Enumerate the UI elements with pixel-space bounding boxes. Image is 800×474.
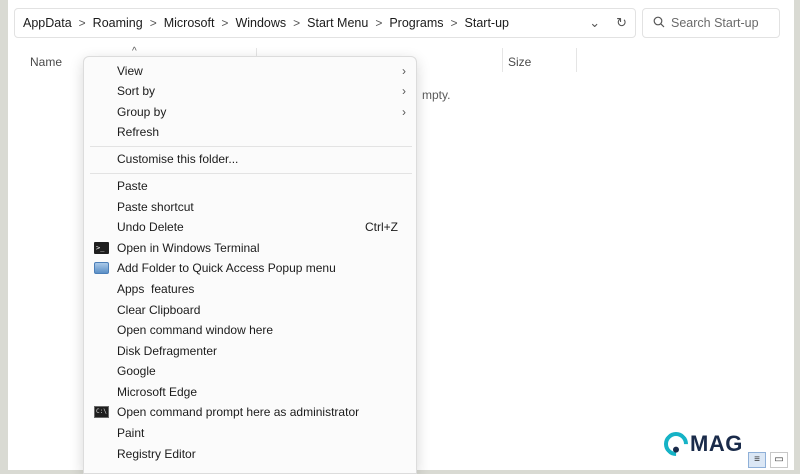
menu-item-paint[interactable]: Paint — [84, 423, 416, 443]
shortcut-text: Ctrl+Z — [365, 220, 398, 234]
chevron-right-icon: › — [402, 84, 406, 98]
breadcrumb-item-windows[interactable]: Windows — [235, 16, 286, 30]
column-divider[interactable] — [576, 48, 577, 72]
tiles-view-icon[interactable]: ▭ — [770, 452, 788, 468]
column-header-name[interactable]: Name — [30, 55, 62, 69]
chevron-right-icon[interactable]: > — [293, 16, 300, 30]
menu-item-microsoft-edge[interactable]: Microsoft Edge — [84, 382, 416, 402]
menu-item-add-folder-quick-access[interactable]: Add Folder to Quick Access Popup menu — [84, 258, 416, 278]
address-bar[interactable]: AppData > Roaming > Microsoft > Windows … — [14, 8, 636, 38]
folder-icon — [94, 262, 109, 274]
menu-item-view[interactable]: View › — [84, 61, 416, 81]
breadcrumb-item-appdata[interactable]: AppData — [23, 16, 72, 30]
search-input[interactable]: Search Start-up — [642, 8, 780, 38]
menu-item-group-by[interactable]: Group by › — [84, 102, 416, 122]
search-placeholder: Search Start-up — [671, 16, 759, 30]
logo-text: MAG — [690, 431, 743, 456]
emag-watermark-logo: MAG — [659, 427, 744, 461]
breadcrumb-item-microsoft[interactable]: Microsoft — [164, 16, 215, 30]
view-toggle: ≡ ▭ — [748, 452, 788, 468]
chevron-right-icon: › — [402, 105, 406, 119]
menu-item-sort-by[interactable]: Sort by › — [84, 81, 416, 101]
menu-item-clear-clipboard[interactable]: Clear Clipboard — [84, 300, 416, 320]
menu-separator — [90, 146, 412, 147]
breadcrumb-item-roaming[interactable]: Roaming — [93, 16, 143, 30]
menu-item-paste-shortcut[interactable]: Paste shortcut — [84, 197, 416, 217]
menu-item-open-windows-terminal[interactable]: >_ Open in Windows Terminal — [84, 238, 416, 258]
breadcrumb-item-programs[interactable]: Programs — [389, 16, 443, 30]
terminal-icon: >_ — [94, 242, 109, 254]
column-header-size[interactable]: Size — [508, 55, 531, 69]
chevron-right-icon[interactable]: > — [221, 16, 228, 30]
chevron-right-icon: › — [402, 64, 406, 78]
cmd-icon: C:\ — [94, 406, 109, 418]
column-divider[interactable] — [502, 48, 503, 72]
context-menu: View › Sort by › Group by › Refresh Cust… — [83, 56, 417, 474]
chevron-right-icon[interactable]: > — [375, 16, 382, 30]
menu-item-registry-editor[interactable]: Registry Editor — [84, 444, 416, 464]
refresh-icon[interactable]: ↻ — [616, 15, 627, 31]
address-history-dropdown-icon[interactable]: ⌄ — [589, 15, 600, 31]
empty-folder-message: mpty. — [422, 88, 451, 102]
menu-item-refresh[interactable]: Refresh — [84, 122, 416, 142]
logo-mark-icon — [659, 427, 693, 461]
menu-item-open-cmd-admin[interactable]: C:\ Open command prompt here as administ… — [84, 402, 416, 422]
menu-item-disk-defragmenter[interactable]: Disk Defragmenter — [84, 341, 416, 361]
menu-item-apps-features[interactable]: Apps features — [84, 279, 416, 299]
chevron-right-icon[interactable]: > — [79, 16, 86, 30]
menu-item-customise-folder[interactable]: Customise this folder... — [84, 149, 416, 169]
details-view-icon[interactable]: ≡ — [748, 452, 766, 468]
breadcrumb-item-start-up[interactable]: Start-up — [465, 16, 509, 30]
breadcrumb: AppData > Roaming > Microsoft > Windows … — [23, 16, 509, 30]
search-icon — [653, 16, 671, 31]
menu-item-open-command-window[interactable]: Open command window here — [84, 320, 416, 340]
chevron-right-icon[interactable]: > — [150, 16, 157, 30]
menu-item-google[interactable]: Google — [84, 361, 416, 381]
menu-item-undo-delete[interactable]: Undo Delete Ctrl+Z — [84, 217, 416, 237]
breadcrumb-item-start-menu[interactable]: Start Menu — [307, 16, 368, 30]
menu-separator — [90, 173, 412, 174]
chevron-right-icon[interactable]: > — [451, 16, 458, 30]
menu-item-paste[interactable]: Paste — [84, 176, 416, 196]
